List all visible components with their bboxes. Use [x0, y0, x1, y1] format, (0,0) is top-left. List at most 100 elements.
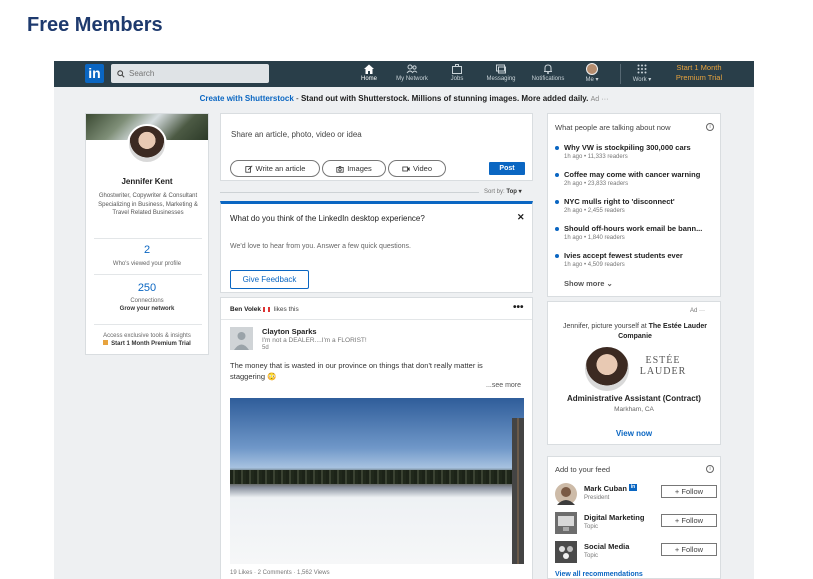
write-article-button[interactable]: Write an article	[230, 160, 320, 177]
nav-work[interactable]: Work ▾	[629, 63, 655, 83]
divider	[221, 319, 532, 320]
rec-name[interactable]: Digital Marketing	[584, 513, 644, 522]
premium-promo[interactable]: Access exclusive tools & insights Start …	[86, 332, 208, 348]
ad-job-title: Administrative Assistant (Contract)	[567, 394, 701, 403]
search-icon	[117, 69, 125, 78]
images-button[interactable]: Images	[322, 160, 386, 177]
give-feedback-button[interactable]: Give Feedback	[230, 270, 309, 289]
linkedin-screenshot: in Home My Network Jobs Messaging Notifi…	[54, 61, 754, 579]
nav-notifications[interactable]: Notifications	[527, 63, 569, 82]
show-more-button[interactable]: Show more ⌄	[564, 279, 613, 288]
add-to-feed-card: Add to your feed i Mark Cuban in Presiden…	[547, 456, 721, 579]
news-meta: 1h ago • 4,509 readers	[564, 262, 625, 268]
connections-label: Connections	[130, 298, 164, 304]
image-tree	[512, 418, 524, 564]
ad-label[interactable]: Ad ···	[690, 308, 705, 314]
profile-avatar[interactable]	[127, 124, 167, 164]
rec-subtitle: Topic	[584, 553, 599, 559]
job-ad-card: Ad ··· Jennifer, picture yourself at The…	[547, 301, 721, 445]
info-icon[interactable]: i	[706, 465, 714, 473]
profile-views-label[interactable]: Who's viewed your profile	[86, 261, 208, 267]
divider	[94, 238, 202, 239]
divider	[94, 274, 202, 275]
author-avatar[interactable]	[230, 327, 253, 350]
ad-text-pre: Jennifer, picture yourself at	[563, 323, 647, 330]
nav-my-network-label: My Network	[396, 76, 428, 82]
author-name[interactable]: Clayton Sparks	[262, 327, 317, 336]
top-ad-banner[interactable]: Create with Shutterstock - Stand out wit…	[54, 94, 754, 103]
nav-my-network[interactable]: My Network	[391, 63, 433, 82]
nav-messaging[interactable]: Messaging	[482, 63, 520, 82]
news-item[interactable]: Coffee may come with cancer warning 2h a…	[555, 170, 720, 187]
share-prompt[interactable]: Share an article, photo, video or idea	[231, 130, 362, 139]
follow-button[interactable]: + Follow	[661, 543, 717, 556]
post-stats[interactable]: 19 Likes · 2 Comments · 1,562 Views	[230, 570, 330, 576]
info-icon[interactable]: i	[706, 123, 714, 131]
rec-name[interactable]: Mark Cuban in	[584, 484, 637, 493]
sort-divider	[220, 192, 479, 193]
news-item[interactable]: Should off-hours work email be bann... 1…	[555, 224, 720, 241]
premium-promo-link[interactable]: Start 1 Month Premium Trial	[111, 341, 191, 347]
person-placeholder-icon	[230, 327, 253, 350]
canada-flag-icon	[262, 306, 270, 312]
follow-button[interactable]: + Follow	[661, 485, 717, 498]
see-more-link[interactable]: ...see more	[486, 382, 521, 389]
view-all-recommendations-link[interactable]: View all recommendations	[555, 571, 643, 578]
actor-name[interactable]: Ben Volek	[230, 306, 261, 313]
briefcase-icon	[452, 64, 462, 74]
post-button[interactable]: Post	[489, 162, 525, 175]
sort-value: Top ▾	[506, 189, 522, 195]
post-time: 5d	[262, 345, 269, 351]
connections-count[interactable]: 250	[86, 282, 208, 294]
ad-label: Ad	[590, 96, 600, 103]
news-card: What people are talking about now i Why …	[547, 113, 721, 297]
nav-jobs-label: Jobs	[450, 76, 464, 82]
image-treeline	[230, 470, 524, 484]
linkedin-logo[interactable]: in	[85, 64, 104, 83]
news-meta: 2h ago • 23,833 readers	[564, 181, 629, 187]
write-article-label: Write an article	[255, 164, 306, 173]
rec-name[interactable]: Social Media	[584, 542, 629, 551]
sort-dropdown[interactable]: Sort by: Top ▾	[484, 188, 522, 195]
nav-divider	[620, 64, 621, 84]
news-item[interactable]: Ivies accept fewest students ever 1h ago…	[555, 251, 720, 268]
feedback-title: What do you think of the LinkedIn deskto…	[230, 214, 425, 223]
premium-line1: Start 1 Month	[676, 63, 722, 72]
digital-marketing-image[interactable]	[555, 512, 577, 534]
feedback-body: We'd love to hear from you. Answer a few…	[230, 243, 411, 250]
ad-more-icon[interactable]: ···	[601, 96, 608, 103]
premium-line2: Premium Trial	[675, 73, 723, 82]
follow-button[interactable]: + Follow	[661, 514, 717, 527]
view-now-button[interactable]: View now	[548, 429, 720, 438]
recommendation-item: Digital Marketing Topic + Follow	[555, 512, 720, 538]
video-button[interactable]: Video	[388, 160, 446, 177]
post-image[interactable]	[230, 398, 524, 564]
profile-views-count[interactable]: 2	[86, 244, 208, 256]
home-icon	[364, 64, 374, 74]
news-meta: 1h ago • 1,840 readers	[564, 235, 625, 241]
nav-me[interactable]: Me ▾	[580, 63, 604, 83]
linkedin-influencer-icon: in	[628, 484, 637, 491]
nav-home[interactable]: Home	[357, 63, 381, 82]
close-icon[interactable]: ✕	[517, 212, 525, 223]
news-item[interactable]: Why VW is stockpiling 300,000 cars 1h ag…	[555, 143, 720, 160]
profile-name[interactable]: Jennifer Kent	[86, 177, 208, 186]
nav-messaging-label: Messaging	[486, 76, 516, 82]
grow-network-link[interactable]: Grow your network	[86, 306, 208, 312]
ad-link[interactable]: Create with Shutterstock	[200, 94, 294, 103]
nav-me-label: Me ▾	[585, 77, 599, 83]
social-media-image[interactable]	[555, 541, 577, 563]
news-title: Should off-hours work email be bann...	[555, 224, 720, 233]
news-title: Ivies accept fewest students ever	[555, 251, 720, 260]
nav-jobs[interactable]: Jobs	[444, 63, 470, 82]
nav-notifications-label: Notifications	[531, 76, 565, 82]
search-input[interactable]	[129, 69, 259, 78]
messaging-icon	[496, 64, 506, 74]
mark-cuban-avatar[interactable]	[555, 483, 577, 505]
search-box[interactable]	[111, 64, 269, 83]
brand-line1: ESTÉE	[645, 355, 681, 366]
more-options-icon[interactable]: •••	[513, 302, 524, 313]
rec-subtitle: President	[584, 495, 610, 501]
premium-trial-link[interactable]: Start 1 Month Premium Trial	[670, 63, 728, 83]
news-item[interactable]: NYC mulls right to 'disconnect' 2h ago •…	[555, 197, 720, 214]
